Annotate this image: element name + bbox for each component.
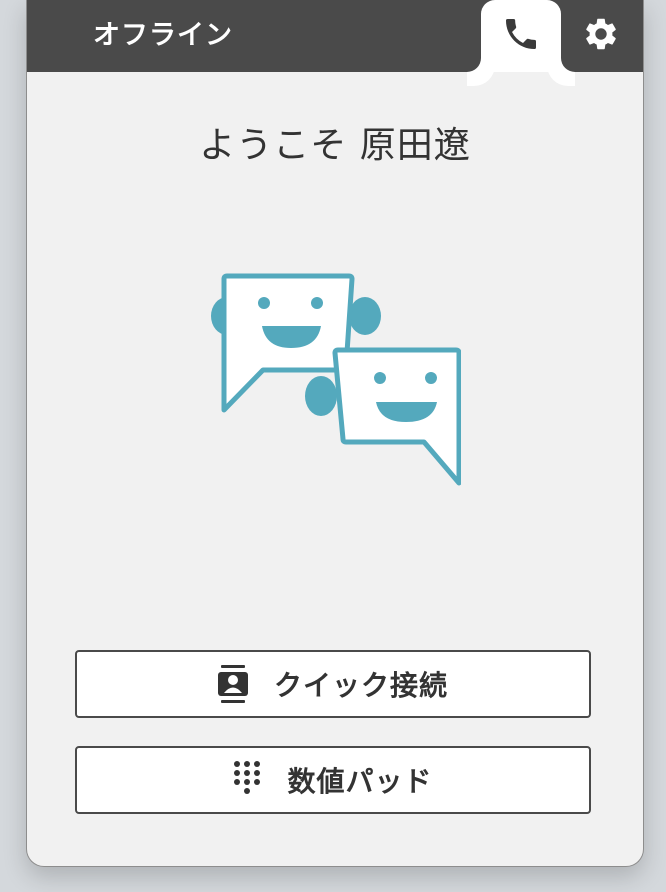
softphone-window: オフライン ようこそ 原田遼 クイック接続 数値パッド	[26, 0, 644, 867]
dialpad-label: 数値パッド	[287, 765, 433, 798]
status-label: オフライン	[93, 20, 233, 51]
settings-button[interactable]	[575, 12, 627, 60]
dialpad-icon	[233, 760, 261, 800]
contact-card-icon	[217, 665, 248, 703]
chat-bubbles-icon	[209, 268, 469, 490]
phone-icon	[501, 14, 541, 58]
tab-phone[interactable]	[481, 0, 561, 72]
welcome-message: ようこそ 原田遼	[199, 125, 471, 166]
header-bar: オフライン	[27, 0, 643, 72]
dialpad-button[interactable]: 数値パッド	[75, 746, 591, 814]
quick-connect-button[interactable]: クイック接続	[75, 650, 591, 718]
quick-connect-label: クイック接続	[273, 669, 448, 702]
gear-icon	[582, 15, 620, 57]
